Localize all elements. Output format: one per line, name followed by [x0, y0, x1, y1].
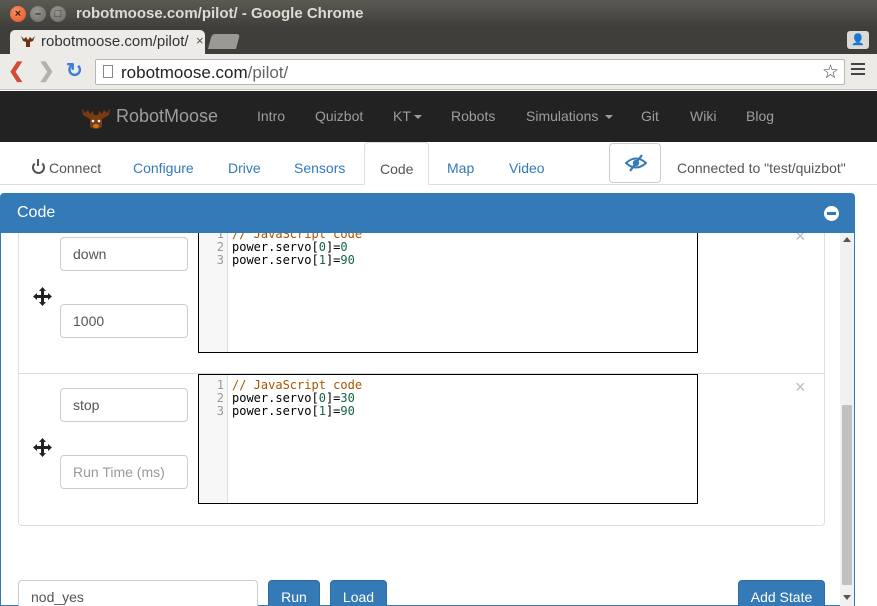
forward-arrow-icon[interactable]: ❯ [38, 61, 55, 81]
caret-down-icon [413, 115, 422, 120]
run-time-input[interactable] [60, 455, 188, 489]
nav-simulations-dropdown[interactable]: Simulations [526, 108, 614, 124]
browser-toolbar: ❮ ❯ ↻ robotmoose.com/pilot/ ☆ [0, 54, 877, 90]
power-icon [32, 159, 45, 174]
connection-status: Connected to "test/quizbot" [677, 160, 846, 176]
nav-quizbot[interactable]: Quizbot [315, 108, 363, 124]
page-icon [103, 65, 113, 78]
collapse-minus-icon[interactable] [824, 206, 839, 221]
address-bar-url[interactable]: robotmoose.com/pilot/ [121, 63, 288, 83]
browser-tabstrip: robotmoose.com/pilot/ × 👤 [0, 28, 877, 54]
code-line: power.servo[1]=90 [232, 253, 355, 267]
window-maximize-button[interactable]: □ [50, 6, 66, 22]
moose-logo-icon[interactable] [80, 105, 110, 129]
state-row: 1// JavaScript code 2power.servo[0]=30 3… [19, 374, 824, 525]
browser-tab-title: robotmoose.com/pilot/ [41, 33, 189, 50]
scrollbar-thumb[interactable] [842, 405, 852, 585]
window-close-button[interactable]: × [10, 6, 26, 22]
code-editor[interactable]: 1// JavaScript code 2 power.servo[0]=0 3p… [198, 233, 698, 353]
tab-close-icon[interactable]: × [196, 33, 204, 48]
line-number: 3 [216, 404, 224, 418]
move-arrows-icon[interactable] [33, 438, 52, 457]
pilot-tabs: Connect Configure Drive Sensors Code Map… [0, 142, 877, 193]
site-navbar: RobotMoose Intro Quizbot KT Robots Simul… [0, 91, 877, 142]
url-path: /pilot/ [247, 63, 289, 82]
tab-map[interactable]: Map [432, 142, 489, 185]
hamburger-menu-icon[interactable] [851, 63, 865, 77]
code-editor[interactable]: 1// JavaScript code 2 power.servo[0]=30 3… [198, 374, 698, 504]
remove-state-icon[interactable]: × [795, 378, 806, 396]
add-state-button[interactable]: Add State [738, 580, 825, 606]
move-arrows-icon[interactable] [33, 287, 52, 306]
run-time-input[interactable] [60, 304, 188, 338]
tab-sensors[interactable]: Sensors [279, 142, 360, 185]
nav-blog[interactable]: Blog [746, 108, 774, 124]
browser-tab[interactable]: robotmoose.com/pilot/ × [10, 30, 205, 54]
panel-title: Code [17, 204, 56, 221]
remove-state-icon[interactable]: × [795, 233, 806, 245]
vertical-scrollbar[interactable] [840, 233, 854, 606]
profile-icon[interactable]: 👤 [847, 31, 869, 49]
nav-kt-label: KT [393, 108, 411, 124]
window-titlebar: × – □ robotmoose.com/pilot/ - Google Chr… [0, 0, 877, 28]
caret-down-icon [605, 115, 614, 120]
state-row: 1// JavaScript code 2power.servo[0]=0 3p… [19, 233, 824, 374]
state-name-input[interactable] [60, 237, 188, 271]
tab-configure[interactable]: Configure [118, 142, 209, 185]
url-host: robotmoose.com [121, 63, 248, 82]
tab-connect[interactable]: Connect [17, 142, 116, 185]
nav-git[interactable]: Git [641, 108, 659, 124]
line-number: 3 [216, 253, 224, 267]
scroll-up-arrow-icon[interactable] [843, 237, 851, 242]
panel-heading: Code [1, 194, 854, 233]
nav-wiki[interactable]: Wiki [690, 108, 716, 124]
eye-slash-icon [624, 154, 648, 175]
tab-drive[interactable]: Drive [213, 142, 276, 185]
address-bar[interactable]: robotmoose.com/pilot/ ☆ [95, 59, 845, 85]
tab-code[interactable]: Code [364, 142, 429, 185]
window-minimize-button[interactable]: – [30, 6, 46, 22]
state-name-input[interactable] [60, 388, 188, 422]
bookmark-star-icon[interactable]: ☆ [822, 61, 839, 84]
tab-connect-label: Connect [49, 160, 102, 176]
new-tab-button[interactable] [207, 34, 241, 49]
window-title: robotmoose.com/pilot/ - Google Chrome [76, 5, 364, 22]
visibility-toggle-button[interactable] [609, 143, 661, 183]
tab-video[interactable]: Video [494, 142, 560, 185]
code-line: power.servo[1]=90 [232, 404, 355, 418]
behavior-name-input[interactable] [18, 580, 258, 606]
nav-intro[interactable]: Intro [257, 108, 285, 124]
state-list: 1// JavaScript code 2power.servo[0]=0 3p… [18, 233, 825, 526]
reload-icon[interactable]: ↻ [66, 61, 83, 81]
code-panel: Code 1// JavaScript code 2power.servo[0]… [0, 193, 855, 606]
brand-name[interactable]: RobotMoose [116, 106, 218, 127]
states-scroll-area: 1// JavaScript code 2power.servo[0]=0 3p… [1, 233, 854, 606]
nav-robots[interactable]: Robots [451, 108, 495, 124]
nav-kt-dropdown[interactable]: KT [393, 108, 422, 124]
load-button[interactable]: Load [330, 580, 387, 606]
back-arrow-icon[interactable]: ❮ [8, 61, 25, 81]
moose-favicon-icon [20, 34, 36, 51]
scroll-down-arrow-icon[interactable] [843, 595, 851, 600]
nav-simulations-label: Simulations [526, 108, 599, 124]
run-button[interactable]: Run [268, 580, 320, 606]
